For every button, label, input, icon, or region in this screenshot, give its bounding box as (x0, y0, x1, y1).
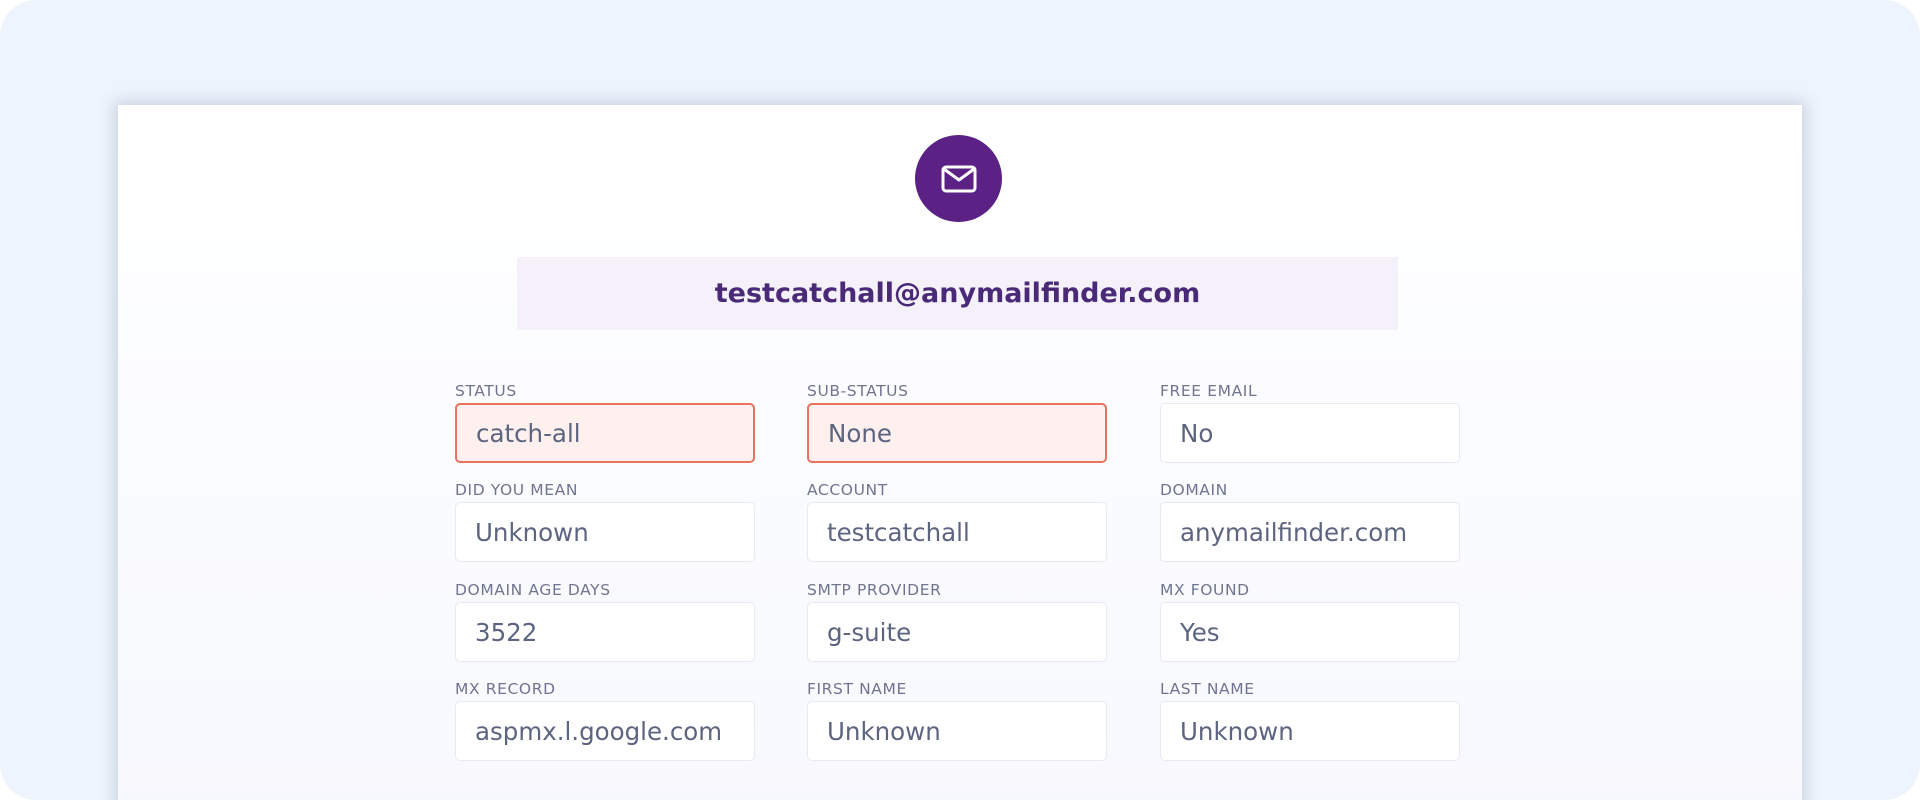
did-you-mean-field[interactable]: Unknown (455, 502, 755, 562)
background-frame: testcatchall@anymailfinder.com STATUS ca… (0, 0, 1920, 800)
field-free-email: FREE EMAIL No (1160, 381, 1460, 463)
field-smtp-provider: SMTP PROVIDER g-suite (807, 580, 1107, 662)
field-last-name: LAST NAME Unknown (1160, 679, 1460, 761)
field-value: catch-all (476, 418, 581, 448)
field-label: MX RECORD (455, 680, 556, 698)
field-value: Yes (1180, 617, 1220, 647)
field-label: LAST NAME (1160, 680, 1255, 698)
field-value: 3522 (475, 617, 538, 647)
field-label: DOMAIN AGE DAYS (455, 581, 611, 599)
envelope-avatar (915, 135, 1002, 222)
field-value: Unknown (1180, 716, 1294, 746)
field-label: FREE EMAIL (1160, 382, 1258, 400)
field-value: aspmx.l.google.com (475, 716, 723, 746)
field-label: MX FOUND (1160, 581, 1250, 599)
field-value: Unknown (475, 517, 589, 547)
email-address-box: testcatchall@anymailfinder.com (517, 257, 1398, 330)
field-value: None (828, 418, 892, 448)
field-label: DID YOU MEAN (455, 481, 579, 499)
field-did-you-mean: DID YOU MEAN Unknown (455, 480, 755, 562)
free-email-field[interactable]: No (1160, 403, 1460, 463)
field-domain: DOMAIN anymailfinder.com (1160, 480, 1460, 562)
field-first-name: FIRST NAME Unknown (807, 679, 1107, 761)
mx-found-field[interactable]: Yes (1160, 602, 1460, 662)
first-name-field[interactable]: Unknown (807, 701, 1107, 761)
field-label: DOMAIN (1160, 481, 1228, 499)
field-account: ACCOUNT testcatchall (807, 480, 1107, 562)
field-label: SUB-STATUS (807, 382, 909, 400)
sub-status-field[interactable]: None (807, 403, 1107, 463)
field-mx-found: MX FOUND Yes (1160, 580, 1460, 662)
field-status: STATUS catch-all (455, 381, 755, 463)
field-value: No (1180, 418, 1214, 448)
field-value: g-suite (827, 617, 912, 647)
domain-age-days-field[interactable]: 3522 (455, 602, 755, 662)
field-label: SMTP PROVIDER (807, 581, 942, 599)
field-label: ACCOUNT (807, 481, 888, 499)
envelope-icon (941, 165, 976, 192)
last-name-field[interactable]: Unknown (1160, 701, 1460, 761)
email-address: testcatchall@anymailfinder.com (714, 278, 1201, 309)
mx-record-field[interactable]: aspmx.l.google.com (455, 701, 755, 761)
field-domain-age-days: DOMAIN AGE DAYS 3522 (455, 580, 755, 662)
field-mx-record: MX RECORD aspmx.l.google.com (455, 679, 755, 761)
result-panel: testcatchall@anymailfinder.com STATUS ca… (118, 105, 1802, 800)
status-field[interactable]: catch-all (455, 403, 755, 463)
field-sub-status: SUB-STATUS None (807, 381, 1107, 463)
field-value: anymailfinder.com (1180, 517, 1408, 547)
domain-field[interactable]: anymailfinder.com (1160, 502, 1460, 562)
field-label: FIRST NAME (807, 680, 907, 698)
smtp-provider-field[interactable]: g-suite (807, 602, 1107, 662)
field-value: testcatchall (827, 517, 970, 547)
field-label: STATUS (455, 382, 517, 400)
account-field[interactable]: testcatchall (807, 502, 1107, 562)
field-value: Unknown (827, 716, 941, 746)
